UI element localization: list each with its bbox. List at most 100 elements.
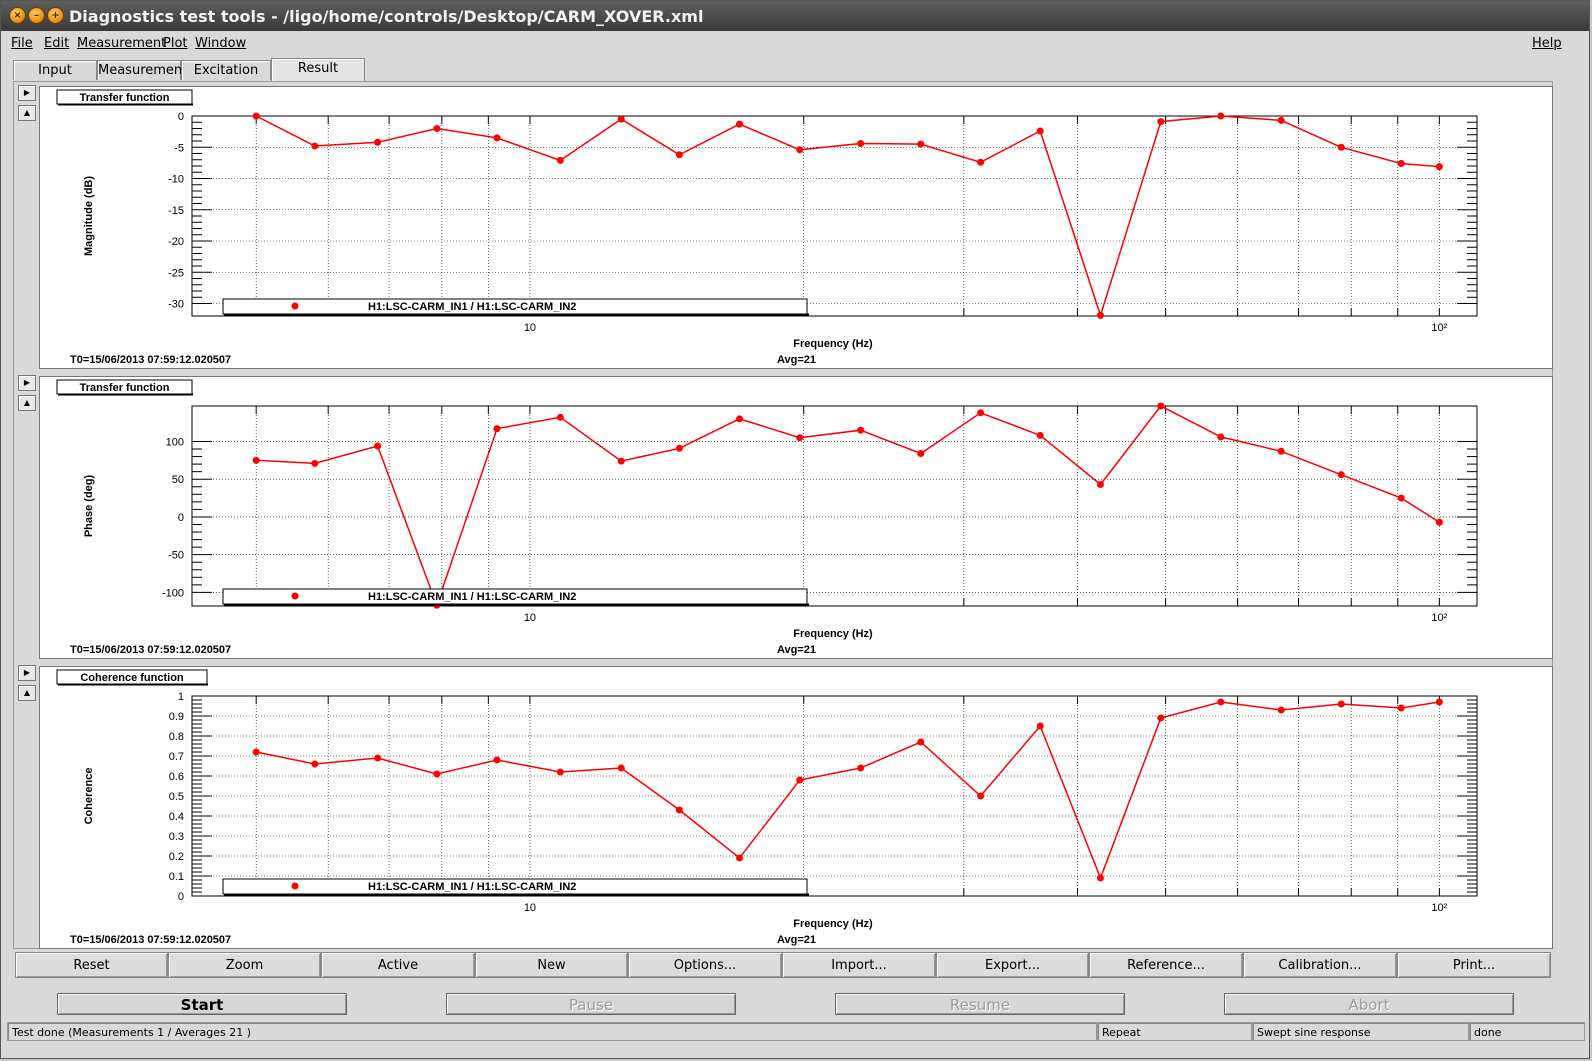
- data-point: [675, 444, 683, 452]
- y-tick-label: 0.4: [169, 811, 184, 823]
- data-point: [617, 115, 625, 123]
- y-tick-label: 0.3: [169, 831, 184, 843]
- minimize-icon[interactable]: –: [28, 7, 45, 24]
- menu-window[interactable]: Window: [195, 36, 246, 51]
- pad-title: Transfer function: [80, 382, 170, 394]
- tab-result[interactable]: Result: [271, 58, 365, 81]
- data-point: [1217, 698, 1225, 706]
- y-tick-label: -20: [168, 236, 184, 248]
- data-point: [736, 854, 744, 862]
- data-point: [977, 409, 985, 417]
- status-bar: Test done (Measurements 1 / Averages 21 …: [1, 1022, 1589, 1042]
- y-axis-label: Phase (deg): [83, 474, 95, 537]
- data-point: [1435, 698, 1443, 706]
- abort-button[interactable]: Abort: [1224, 993, 1514, 1015]
- avg-label: Avg=21: [777, 644, 816, 656]
- start-button[interactable]: Start: [57, 993, 347, 1015]
- pad1-expand-icon[interactable]: ▶: [18, 85, 36, 101]
- menu-help[interactable]: Help: [1532, 36, 1562, 51]
- y-tick-label: -100: [162, 587, 184, 599]
- active-button[interactable]: Active: [321, 952, 475, 978]
- menu-file[interactable]: File: [11, 36, 33, 51]
- x-axis-label: Frequency (Hz): [793, 628, 873, 640]
- data-point: [252, 748, 260, 756]
- export-button[interactable]: Export...: [936, 952, 1089, 978]
- chart-svg: Coherence function 1 0.9 0.8 0.7 0.6 0.5 0.4 0.3…: [56, 669, 1478, 946]
- import-button[interactable]: Import...: [782, 952, 936, 978]
- data-point: [1096, 874, 1104, 882]
- y-tick-label: -25: [168, 267, 184, 279]
- pad3-expand-icon[interactable]: ▶: [18, 665, 36, 681]
- pad1-collapse-icon[interactable]: ▲: [18, 105, 36, 121]
- data-point: [1036, 722, 1044, 730]
- t0-label: T0=15/06/2013 07:59:12.020507: [70, 934, 231, 946]
- options-button[interactable]: Options...: [628, 952, 782, 978]
- data-point: [1435, 163, 1443, 171]
- y-tick-label: 0: [178, 891, 184, 903]
- data-point: [1435, 518, 1443, 526]
- data-point: [917, 738, 925, 746]
- zoom-button[interactable]: Zoom: [168, 952, 321, 978]
- y-tick-label: -5: [174, 142, 184, 154]
- plot-pad-magnitude[interactable]: Transfer function 0 -5 -10 -15 -20 -25 -30 10 10²…: [39, 86, 1553, 369]
- y-tick-label: 100: [166, 436, 184, 448]
- data-point: [857, 140, 865, 147]
- menu-help-label: Help: [1532, 36, 1562, 51]
- calibration-button[interactable]: Calibration...: [1243, 952, 1397, 978]
- data-point: [433, 125, 441, 132]
- menu-plot[interactable]: Plot: [163, 36, 188, 51]
- x-tick-label: 10: [524, 902, 536, 914]
- data-point: [796, 434, 804, 442]
- close-icon[interactable]: ×: [9, 7, 26, 24]
- data-point: [675, 806, 683, 814]
- y-tick-label: 0.6: [169, 771, 184, 783]
- pad2-collapse-icon[interactable]: ▲: [18, 395, 36, 411]
- y-tick-label: 0.1: [169, 871, 184, 883]
- x-tick-label: 10²: [1431, 322, 1447, 334]
- resume-button[interactable]: Resume: [835, 993, 1125, 1015]
- plot-pad-phase[interactable]: Transfer function 100 50 0 -50 -100 10 10² Frequ…: [39, 376, 1553, 659]
- tab-measurement[interactable]: Measurement: [97, 60, 187, 80]
- maximize-icon[interactable]: +: [47, 7, 64, 24]
- data-point: [1157, 714, 1165, 722]
- data-point: [977, 792, 985, 800]
- data-point: [617, 457, 625, 465]
- status-repeat: Repeat: [1097, 1022, 1252, 1041]
- tab-input[interactable]: Input: [13, 60, 97, 80]
- plot-button-row: Reset Zoom Active New Options... Import.…: [13, 952, 1553, 979]
- plot-pad-coherence[interactable]: Coherence function 1 0.9 0.8 0.7 0.6 0.5 0.4 0.3…: [39, 666, 1553, 949]
- print-button[interactable]: Print...: [1397, 952, 1551, 978]
- reference-button[interactable]: Reference...: [1089, 952, 1243, 978]
- measurement-controls: Start Pause Resume Abort: [1, 987, 1589, 1021]
- data-point: [311, 142, 319, 150]
- data-point: [1217, 433, 1225, 441]
- menu-measurement[interactable]: Measurement: [77, 36, 166, 51]
- y-tick-label: 0: [178, 111, 184, 123]
- pad-title: Coherence function: [80, 672, 184, 684]
- x-tick-label: 10: [524, 612, 536, 624]
- y-axis-label: Coherence: [83, 768, 95, 825]
- data-point: [1096, 480, 1104, 488]
- legend-marker: [291, 882, 299, 890]
- data-point: [917, 450, 925, 458]
- data-point: [857, 764, 865, 772]
- y-tick-label: 0.7: [169, 751, 184, 763]
- data-point: [1397, 704, 1405, 712]
- y-tick-label: -30: [168, 299, 184, 311]
- data-point: [617, 764, 625, 772]
- status-message: Test done (Measurements 1 / Averages 21 …: [7, 1022, 1097, 1041]
- pad2-expand-icon[interactable]: ▶: [18, 375, 36, 391]
- menu-edit[interactable]: Edit: [44, 36, 69, 51]
- legend-marker: [291, 592, 299, 600]
- x-axis-label: Frequency (Hz): [793, 918, 873, 930]
- data-point: [493, 756, 501, 764]
- data-point: [1096, 311, 1104, 319]
- pause-button[interactable]: Pause: [446, 993, 736, 1015]
- tab-excitation[interactable]: Excitation: [181, 60, 271, 80]
- new-button[interactable]: New: [475, 952, 628, 978]
- x-tick-label: 10²: [1431, 612, 1447, 624]
- pad3-collapse-icon[interactable]: ▲: [18, 685, 36, 701]
- status-type: Swept sine response: [1252, 1022, 1469, 1041]
- reset-button[interactable]: Reset: [15, 952, 168, 978]
- data-point: [1277, 447, 1285, 455]
